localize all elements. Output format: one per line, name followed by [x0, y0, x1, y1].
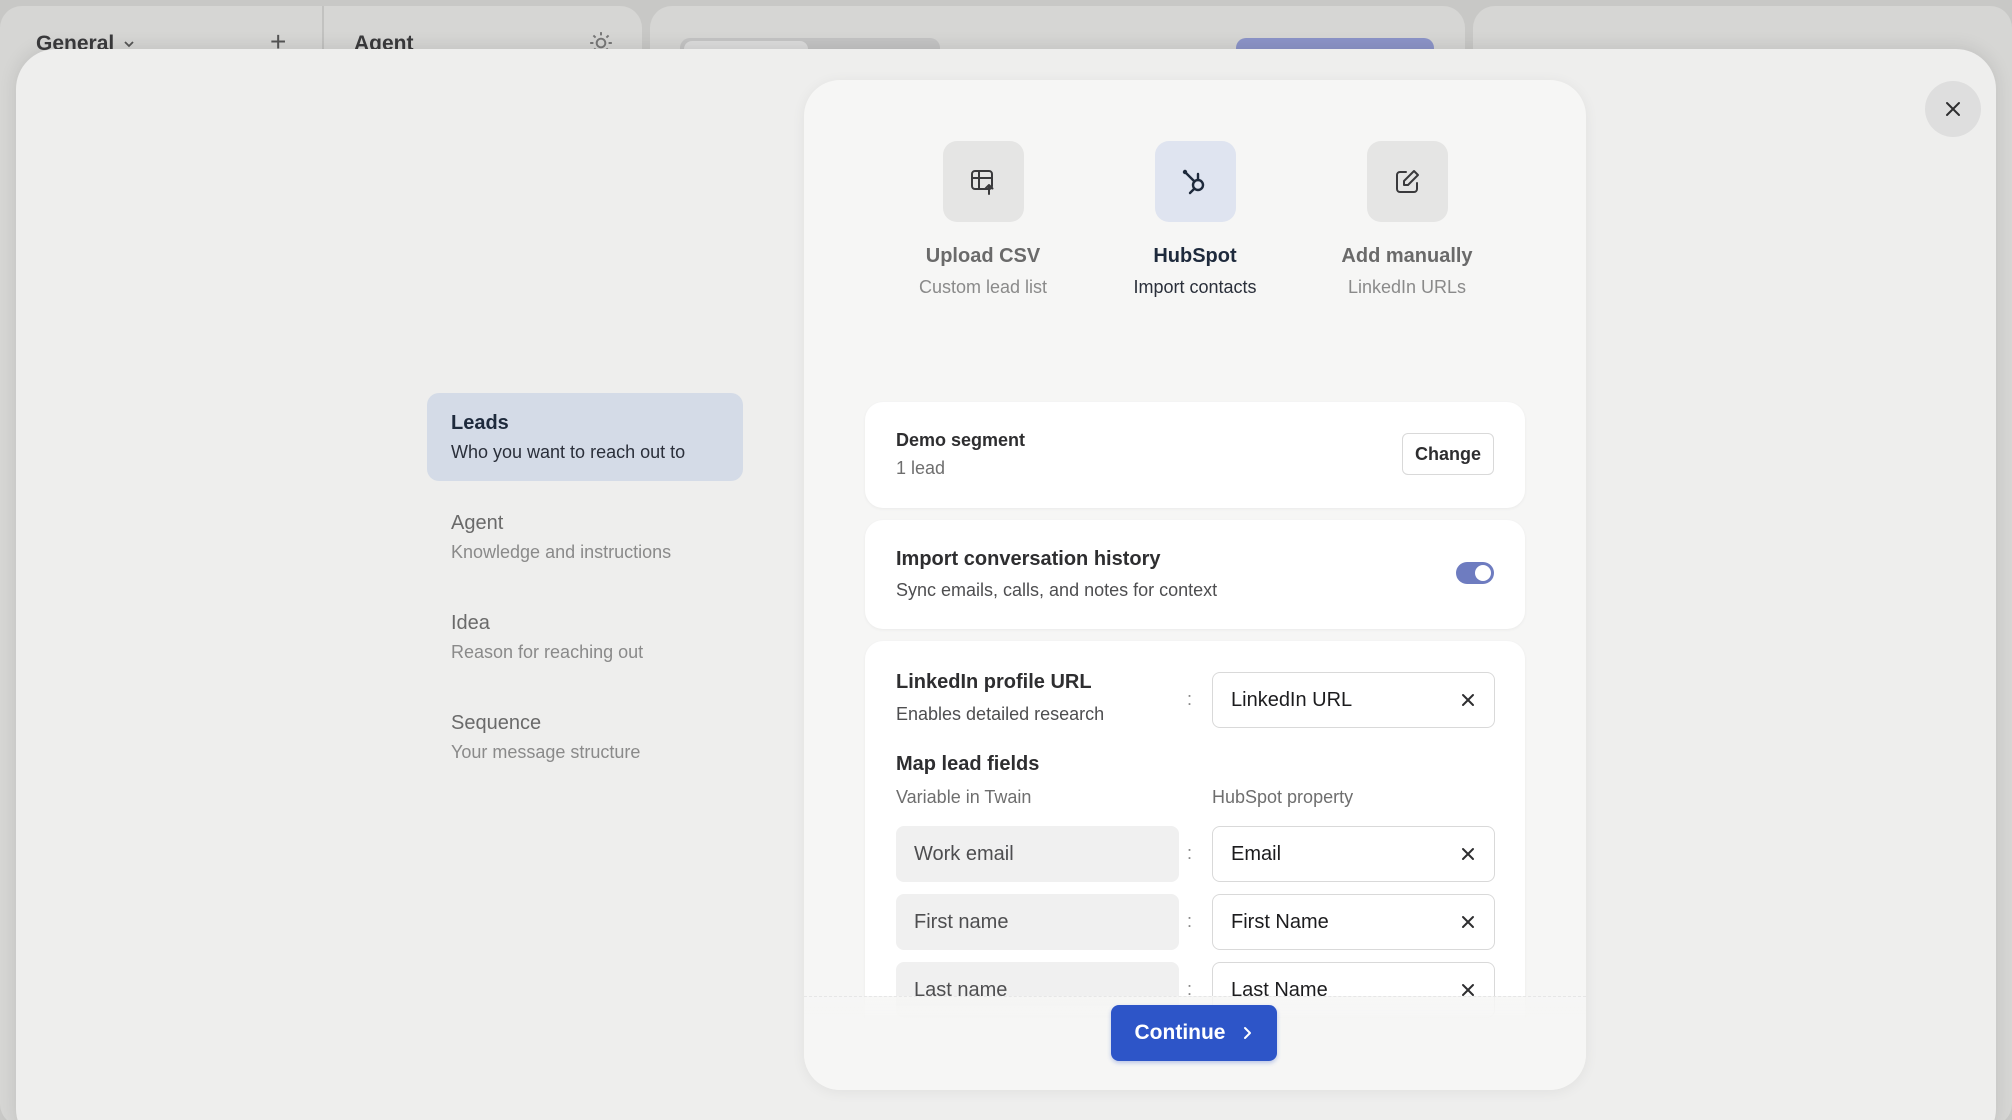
clear-icon[interactable]: [1460, 692, 1476, 708]
mapping-separator: :: [1187, 843, 1193, 863]
step-title: Leads: [451, 412, 509, 434]
step-subtitle: Reason for reaching out: [451, 642, 644, 662]
source-title: HubSpot: [1153, 245, 1237, 267]
import-history-title: Import conversation history: [896, 548, 1161, 570]
source-add-manually[interactable]: Add manually LinkedIn URLs: [1330, 141, 1484, 300]
variable-field: First name: [896, 894, 1179, 950]
clear-icon[interactable]: [1460, 914, 1476, 930]
mapping-separator: :: [1187, 911, 1193, 931]
continue-label: Continue: [1134, 1021, 1226, 1044]
variable-label: Work email: [914, 842, 1014, 865]
step-title: Sequence: [451, 712, 542, 734]
linkedin-url-subtitle: Enables detailed research: [896, 704, 1105, 724]
step-title: Idea: [451, 612, 490, 634]
segment-lead-count: 1 lead: [896, 458, 946, 478]
chevron-right-icon: [1244, 1027, 1252, 1039]
map-fields-title: Map lead fields: [896, 753, 1040, 775]
source-subtitle: Custom lead list: [918, 277, 1048, 297]
hubspot-icon: [1182, 169, 1205, 194]
clear-icon[interactable]: [1460, 846, 1476, 862]
segment-section: Demo segment 1 lead Change: [865, 402, 1525, 508]
step-agent[interactable]: Agent Knowledge and instructions: [427, 493, 743, 581]
variable-field: Work email: [896, 826, 1179, 882]
toggle-knob: [1475, 565, 1491, 581]
source-title: Add manually: [1341, 245, 1473, 267]
upload-csv-tile: [942, 141, 1024, 222]
property-column-header: HubSpot property: [1212, 787, 1354, 807]
import-history-subtitle: Sync emails, calls, and notes for contex…: [896, 580, 1218, 600]
source-title: Upload CSV: [925, 245, 1041, 267]
step-sequence[interactable]: Sequence Your message structure: [427, 693, 743, 781]
close-button[interactable]: [1925, 81, 1981, 137]
property-select[interactable]: Email: [1212, 826, 1495, 882]
add-manually-tile: [1366, 141, 1448, 222]
lead-source-options: Upload CSV Custom lead list HubSpot Impo…: [804, 141, 1586, 300]
step-navigation: Leads Who you want to reach out to Agent…: [427, 393, 743, 793]
step-subtitle: Your message structure: [451, 742, 641, 762]
hubspot-tile: [1154, 141, 1236, 222]
source-upload-csv[interactable]: Upload CSV Custom lead list: [906, 141, 1060, 300]
step-leads[interactable]: Leads Who you want to reach out to: [427, 393, 743, 481]
property-value: Email: [1231, 842, 1282, 865]
property-value: First Name: [1231, 910, 1329, 933]
table-upload-icon: [971, 169, 994, 195]
continue-button[interactable]: Continue: [1111, 1005, 1277, 1061]
mapping-separator: :: [1187, 689, 1193, 709]
import-history-section: Import conversation history Sync emails,…: [865, 520, 1525, 629]
variable-column-header: Variable in Twain: [896, 787, 1032, 807]
property-select[interactable]: First Name: [1212, 894, 1495, 950]
step-title: Agent: [451, 512, 504, 534]
segment-name: Demo segment: [896, 430, 1026, 450]
linkedin-property-value: LinkedIn URL: [1231, 688, 1353, 711]
source-subtitle: LinkedIn URLs: [1347, 277, 1467, 297]
change-segment-button[interactable]: Change: [1401, 433, 1494, 475]
leads-card: Upload CSV Custom lead list HubSpot Impo…: [804, 80, 1586, 1090]
step-subtitle: Knowledge and instructions: [451, 542, 672, 562]
step-subtitle: Who you want to reach out to: [451, 442, 686, 462]
setup-modal: Leads Who you want to reach out to Agent…: [16, 49, 1996, 1120]
import-history-toggle[interactable]: [1456, 562, 1494, 584]
linkedin-property-select[interactable]: LinkedIn URL: [1212, 672, 1495, 728]
close-icon: [1946, 102, 1960, 116]
edit-icon: [1396, 169, 1419, 193]
source-hubspot[interactable]: HubSpot Import contacts: [1118, 141, 1272, 300]
variable-label: First name: [914, 910, 1009, 933]
step-idea[interactable]: Idea Reason for reaching out: [427, 593, 743, 681]
linkedin-url-title: LinkedIn profile URL: [896, 671, 1092, 693]
source-subtitle: Import contacts: [1133, 277, 1257, 297]
